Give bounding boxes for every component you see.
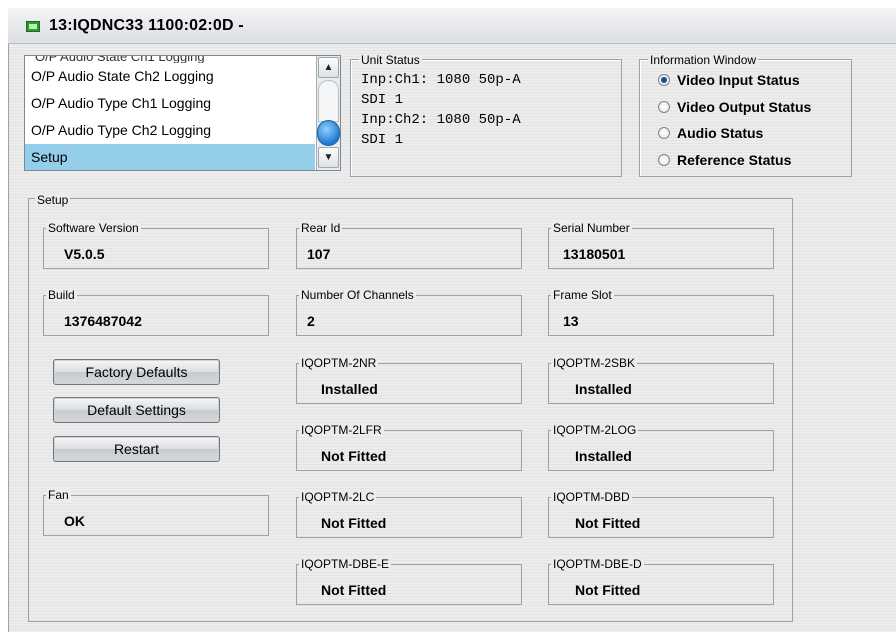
list-item-setup[interactable]: Setup <box>25 144 315 170</box>
radio-label-video-input[interactable]: Video Input Status <box>677 72 800 88</box>
factory-defaults-button[interactable]: Factory Defaults <box>53 359 220 385</box>
option-label: IQOPTM-2LFR <box>299 423 384 437</box>
option-label: IQOPTM-2NR <box>299 356 379 370</box>
rear-id-field: Rear Id 107 <box>296 221 522 269</box>
scroll-track[interactable] <box>318 80 339 122</box>
option-value: Not Fitted <box>321 515 387 531</box>
list-item-audio-type-ch1[interactable]: O/P Audio Type Ch1 Logging <box>25 90 315 117</box>
option-value: Installed <box>575 448 632 464</box>
list-item-audio-type-ch2[interactable]: O/P Audio Type Ch2 Logging <box>25 117 315 144</box>
radio-label-video-output[interactable]: Video Output Status <box>677 99 811 115</box>
option-value: Not Fitted <box>321 582 387 598</box>
option-label: IQOPTM-DBE-E <box>299 557 392 571</box>
option-value: Not Fitted <box>575 582 641 598</box>
radio-video-output[interactable] <box>658 101 670 113</box>
option-label: IQOPTM-DBE-D <box>551 557 644 571</box>
setup-title: Setup <box>35 193 71 207</box>
serial-number-field: Serial Number 13180501 <box>548 221 774 269</box>
option-field: IQOPTM-DBE-D Not Fitted <box>548 557 774 605</box>
option-value: Not Fitted <box>321 448 387 464</box>
card-icon <box>26 21 40 32</box>
frame-slot-value: 13 <box>563 313 579 329</box>
frame-slot-label: Frame Slot <box>551 288 614 302</box>
option-field: IQOPTM-DBD Not Fitted <box>548 490 774 538</box>
option-value: Installed <box>575 381 632 397</box>
build-value: 1376487042 <box>64 313 142 329</box>
list-scrollbar[interactable]: ▲ ▼ <box>316 56 340 170</box>
serial-number-label: Serial Number <box>551 221 632 235</box>
radio-video-input[interactable] <box>658 74 670 86</box>
restart-button[interactable]: Restart <box>53 436 220 462</box>
list-item-audio-state-ch2[interactable]: O/P Audio State Ch2 Logging <box>25 63 315 90</box>
default-settings-button[interactable]: Default Settings <box>53 397 220 423</box>
list-item-partial[interactable]: O/P Audio State Ch1 Logging <box>25 56 315 63</box>
fan-value: OK <box>64 513 85 529</box>
unit-status-line: SDI 1 <box>361 132 404 148</box>
rear-id-value: 107 <box>307 246 331 262</box>
fan-field: Fan OK <box>43 488 269 536</box>
radio-reference[interactable] <box>658 154 670 166</box>
setup-panel: Setup Software Version V5.0.5 Build 1376… <box>28 194 793 622</box>
option-field: IQOPTM-DBE-E Not Fitted <box>296 557 522 605</box>
option-label: IQOPTM-2LC <box>299 490 377 504</box>
number-of-channels-field: Number Of Channels 2 <box>296 288 522 336</box>
option-label: IQOPTM-2SBK <box>551 356 638 370</box>
option-value: Installed <box>321 381 378 397</box>
triangle-up-icon: ▲ <box>323 62 334 73</box>
option-field: IQOPTM-2LOG Installed <box>548 423 774 471</box>
software-version-field: Software Version V5.0.5 <box>43 221 269 269</box>
title-bar: 13:IQDNC33 1100:02:0D - <box>8 8 896 44</box>
radio-audio[interactable] <box>658 127 670 139</box>
software-version-value: V5.0.5 <box>64 246 105 262</box>
build-field: Build 1376487042 <box>43 288 269 336</box>
frame-slot-field: Frame Slot 13 <box>548 288 774 336</box>
information-window-group: Information Window Video Input Status Vi… <box>639 54 852 177</box>
scroll-thumb[interactable] <box>317 120 340 146</box>
radio-label-audio[interactable]: Audio Status <box>677 125 763 141</box>
option-label: IQOPTM-2LOG <box>551 423 639 437</box>
number-of-channels-value: 2 <box>307 313 315 329</box>
option-field: IQOPTM-2NR Installed <box>296 356 522 404</box>
window-title: 13:IQDNC33 1100:02:0D - <box>49 17 244 34</box>
build-label: Build <box>46 288 77 302</box>
option-value: Not Fitted <box>575 515 641 531</box>
unit-status-line: Inp:Ch1: 1080 50p-A <box>361 72 521 88</box>
unit-status-line: SDI 1 <box>361 92 404 108</box>
unit-status-group: Unit Status Inp:Ch1: 1080 50p-A SDI 1 In… <box>350 54 622 177</box>
scroll-up-button[interactable]: ▲ <box>318 57 339 78</box>
software-version-label: Software Version <box>46 221 141 235</box>
option-field: IQOPTM-2SBK Installed <box>548 356 774 404</box>
menu-list[interactable]: O/P Audio State Ch1 Logging O/P Audio St… <box>24 55 341 171</box>
information-window-title: Information Window <box>648 53 759 67</box>
option-field: IQOPTM-2LFR Not Fitted <box>296 423 522 471</box>
radio-label-reference[interactable]: Reference Status <box>677 152 791 168</box>
chevron-down-icon: ▼ <box>323 152 334 163</box>
option-label: IQOPTM-DBD <box>551 490 632 504</box>
option-field: IQOPTM-2LC Not Fitted <box>296 490 522 538</box>
rear-id-label: Rear Id <box>299 221 343 235</box>
fan-label: Fan <box>46 488 71 502</box>
unit-status-title: Unit Status <box>359 53 422 67</box>
unit-status-line: Inp:Ch2: 1080 50p-A <box>361 112 521 128</box>
number-of-channels-label: Number Of Channels <box>299 288 416 302</box>
serial-number-value: 13180501 <box>563 246 626 262</box>
scroll-down-button[interactable]: ▼ <box>318 147 339 168</box>
